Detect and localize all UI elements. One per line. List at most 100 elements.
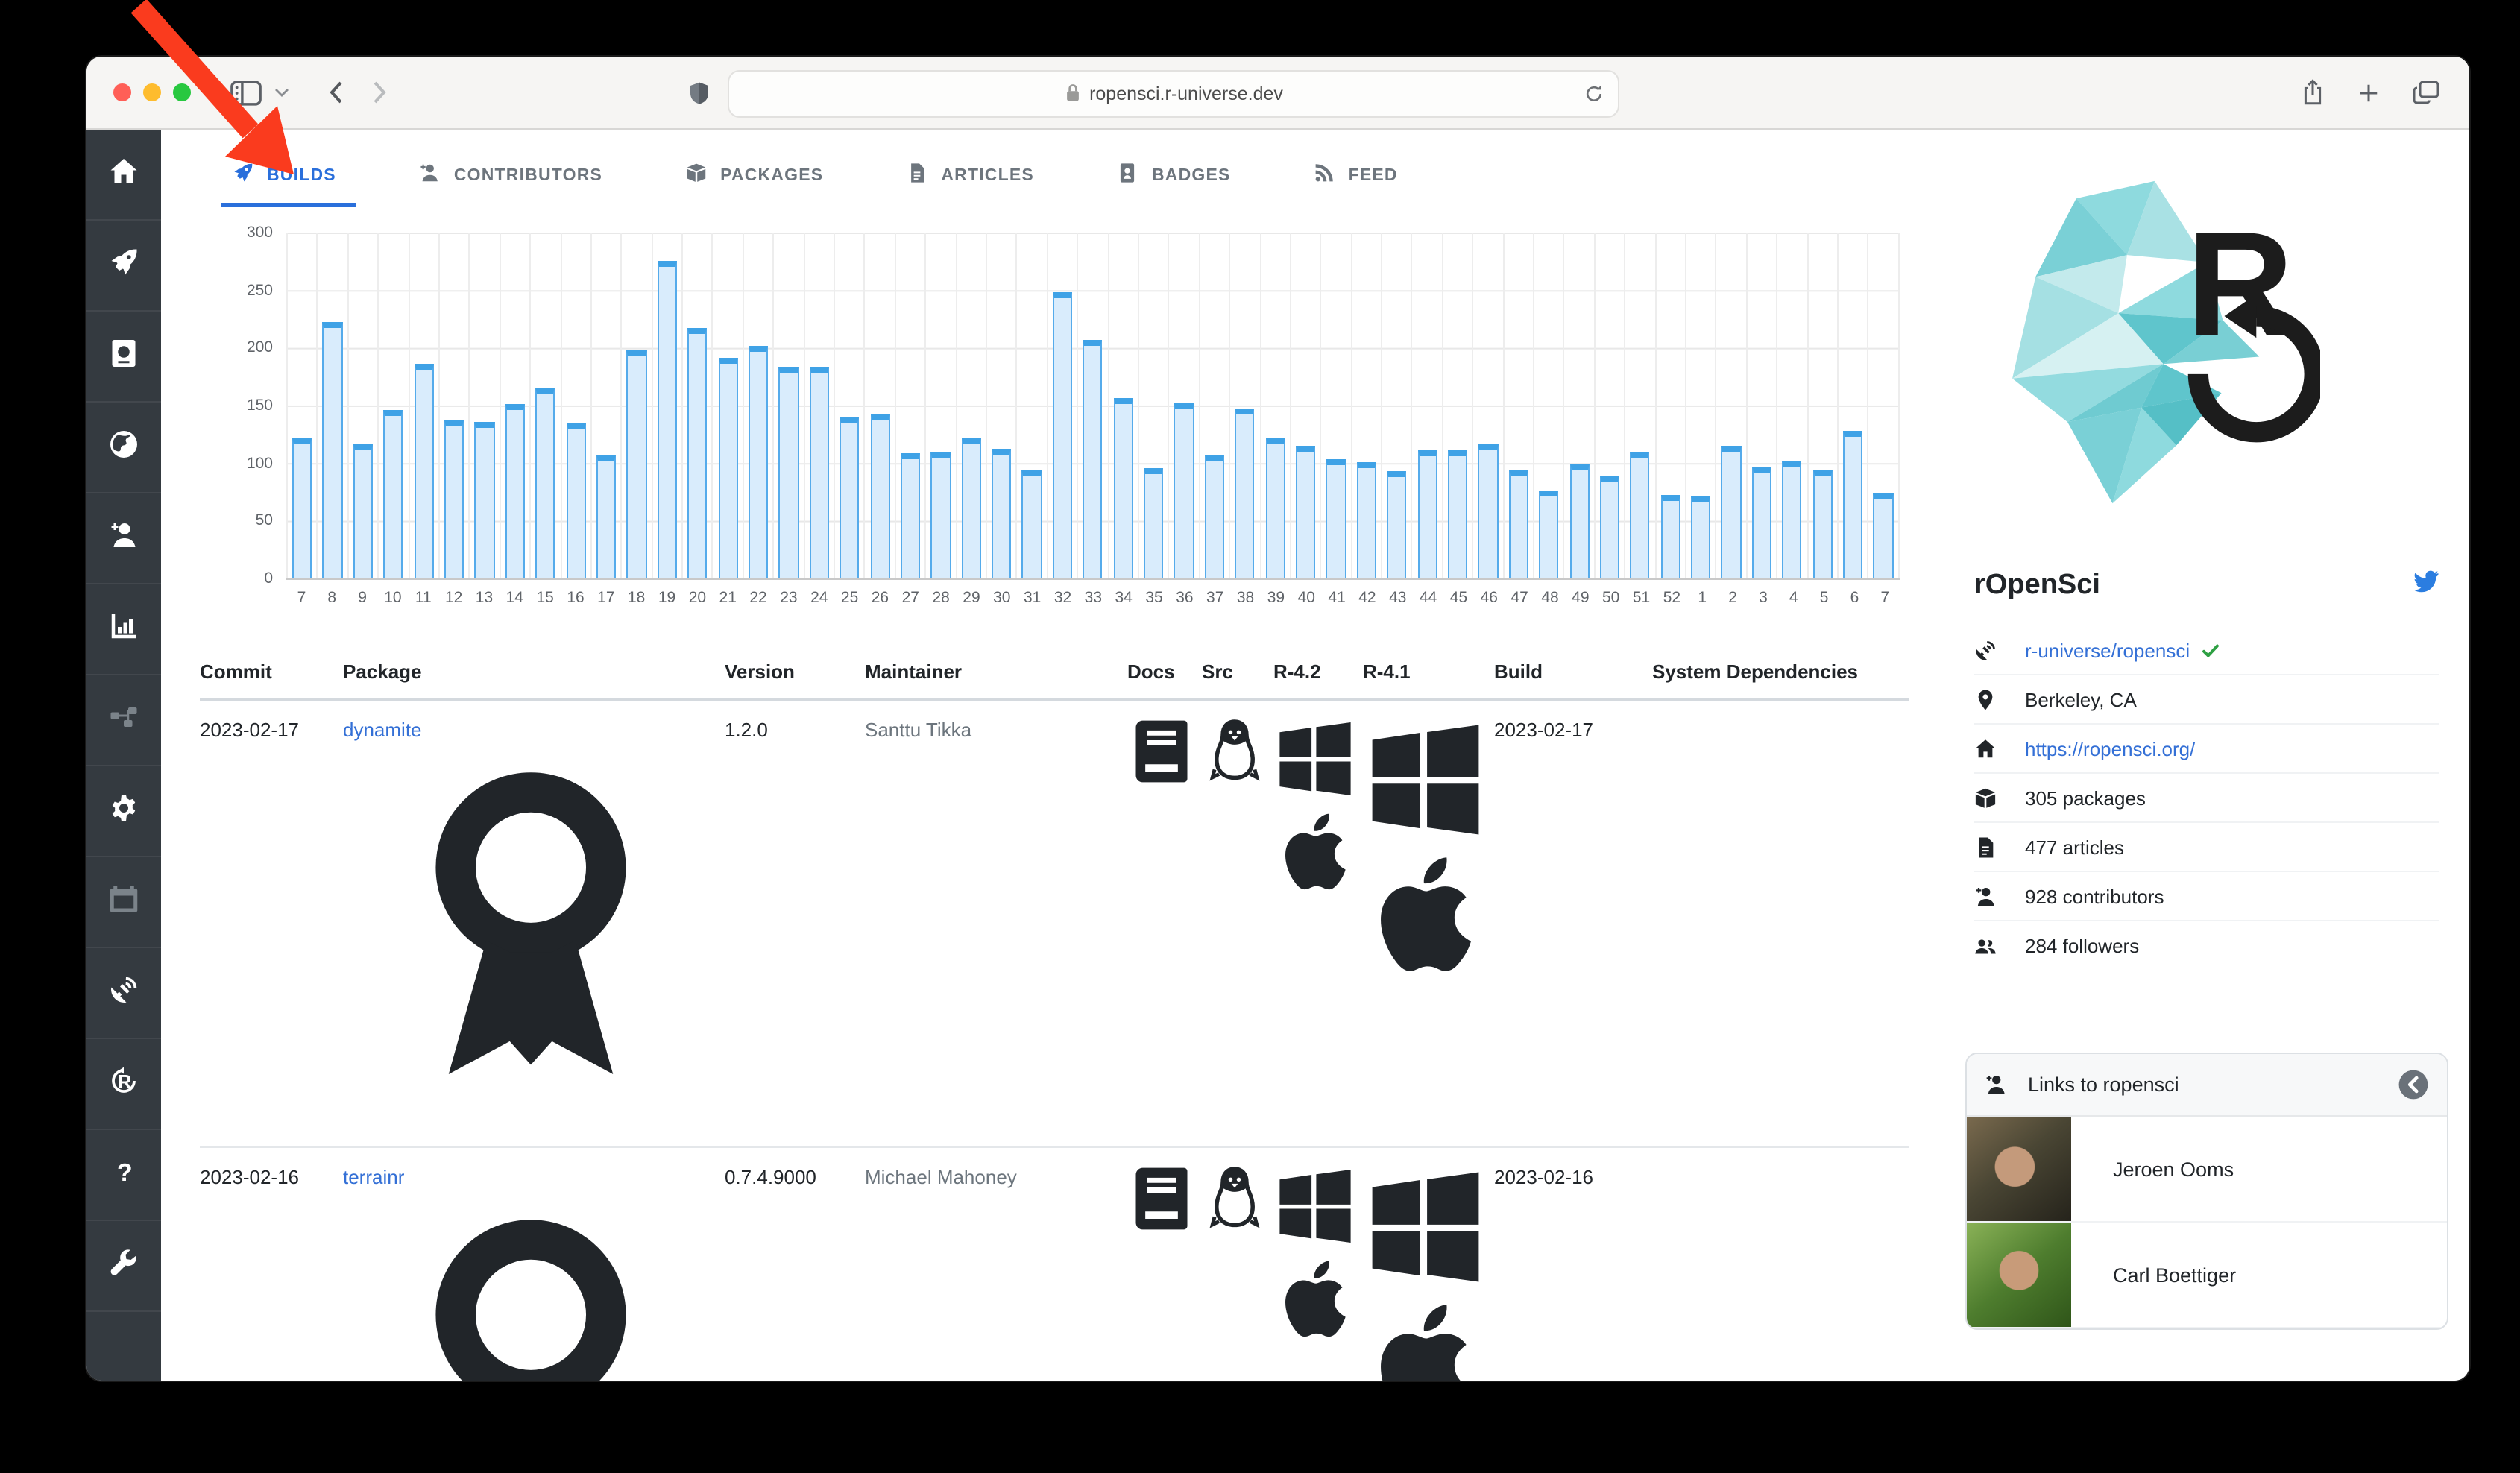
chart-bar-week-39[interactable] [1265,439,1285,578]
chart-bar-week-20[interactable] [687,328,707,578]
twitter-icon[interactable] [2413,568,2439,602]
chart-bar-week-51[interactable] [1631,452,1650,578]
tab-badges[interactable]: BADGES [1118,163,1231,188]
chart-bar-week-44[interactable] [1417,450,1437,578]
chart-bar-week-3[interactable] [1752,467,1771,578]
chart-bar-week-7[interactable] [1874,493,1893,578]
sidebar-item-home[interactable] [86,130,161,221]
zoom-window-button[interactable] [173,83,191,101]
chart-bar-week-30[interactable] [992,448,1011,578]
sidebar-item-apis[interactable] [86,948,161,1039]
chart-bar-week-18[interactable] [627,350,646,578]
minimize-window-button[interactable] [143,83,161,101]
address-bar[interactable]: ropensci.r-universe.dev [728,70,1619,118]
chart-bar-week-25[interactable] [840,417,859,578]
chart-bar-week-23[interactable] [779,368,798,578]
sidebar-item-passport[interactable] [86,312,161,403]
new-tab-icon[interactable] [2357,81,2380,104]
tab-feed[interactable]: FEED [1314,163,1398,188]
chart-bar-week-11[interactable] [414,364,433,578]
tab-contributors[interactable]: CONTRIBUTORS [420,163,602,188]
chart-bar-week-2[interactable] [1722,446,1741,578]
windows-icon[interactable] [1273,783,1357,805]
chart-bar-week-46[interactable] [1478,444,1498,578]
award-icon[interactable] [343,1103,719,1126]
chart-bar-week-19[interactable] [658,260,677,578]
sidebar-item-dependencies[interactable] [86,675,161,766]
chart-bar-week-52[interactable] [1660,496,1680,578]
chart-bar-week-42[interactable] [1357,462,1376,578]
privacy-shield-icon[interactable] [689,80,710,105]
sidebar-item-settings[interactable] [86,766,161,857]
profile-link[interactable]: r-universe/ropensci [2025,639,2190,661]
chart-bar-week-7[interactable] [292,438,312,578]
chart-bar-week-6[interactable] [1843,431,1862,578]
maintainer-cell[interactable]: Santtu Tikka [865,699,1127,1146]
chart-bar-week-16[interactable] [566,423,585,578]
chart-bar-week-43[interactable] [1387,471,1406,578]
chart-bar-week-41[interactable] [1326,460,1346,578]
back-button[interactable] [328,81,343,104]
chart-bar-week-5[interactable] [1812,470,1832,578]
profile-link[interactable]: https://ropensci.org/ [2025,737,2195,760]
chart-bar-week-35[interactable] [1144,468,1163,578]
close-window-button[interactable] [113,83,131,101]
sidebar-item-r-logo[interactable]: R [86,1039,161,1130]
chart-bar-week-37[interactable] [1205,455,1224,578]
share-icon[interactable] [2301,79,2325,106]
sidebar-item-universe[interactable] [86,403,161,493]
sidebar-item-help[interactable]: ? [86,1130,161,1221]
apple-icon[interactable] [1363,959,1488,981]
package-link[interactable]: terrainr [343,1165,404,1187]
linked-user-row[interactable]: Carl Boettiger [1967,1223,2447,1328]
chart-bar-week-27[interactable] [901,454,920,578]
chart-bar-week-28[interactable] [931,452,951,578]
chart-bar-week-13[interactable] [475,422,494,578]
sidebar-item-tools[interactable] [86,1221,161,1312]
chart-bar-week-29[interactable] [961,439,980,578]
penguin-icon[interactable] [1202,765,1267,787]
chart-bar-week-4[interactable] [1782,461,1801,578]
windows-icon[interactable] [1363,1271,1488,1293]
tab-builds[interactable]: BUILDS [233,163,336,188]
collapse-back-icon[interactable] [2398,1069,2429,1100]
sidebar-item-contributors[interactable] [86,493,161,584]
book-icon[interactable] [1127,1214,1196,1237]
chart-bar-week-38[interactable] [1235,408,1254,578]
chart-bar-week-17[interactable] [596,455,616,578]
linked-user-row[interactable]: Jeroen Ooms [1967,1117,2447,1223]
sidebar-toggle-icon[interactable] [230,80,262,105]
sidebar-item-builds[interactable] [86,221,161,312]
apple-icon[interactable] [1273,1322,1357,1344]
forward-button[interactable] [373,81,388,104]
chevron-down-icon[interactable] [274,88,289,97]
chart-bar-week-48[interactable] [1539,491,1558,578]
chart-bar-week-26[interactable] [870,414,889,578]
chart-bar-week-1[interactable] [1691,496,1710,578]
book-icon[interactable] [1127,768,1196,790]
chart-bar-week-45[interactable] [1448,450,1467,578]
chart-bar-week-9[interactable] [353,445,373,578]
package-link[interactable]: dynamite [343,719,422,741]
sidebar-item-schedule[interactable] [86,857,161,948]
chart-bar-week-34[interactable] [1113,397,1133,578]
chart-bar-week-15[interactable] [535,387,555,578]
apple-icon[interactable] [1273,875,1357,898]
chart-bar-week-50[interactable] [1600,476,1619,578]
chart-bar-week-21[interactable] [718,359,737,578]
tab-articles[interactable]: ARTICLES [907,163,1034,188]
windows-icon[interactable] [1363,824,1488,847]
windows-icon[interactable] [1273,1229,1357,1252]
chart-bar-week-49[interactable] [1569,463,1589,578]
chart-bar-week-47[interactable] [1508,470,1528,578]
chart-bar-week-24[interactable] [809,366,828,578]
chart-bar-week-14[interactable] [505,404,525,578]
chart-bar-week-31[interactable] [1022,469,1042,578]
chart-bar-week-36[interactable] [1174,403,1194,578]
chart-bar-week-33[interactable] [1083,340,1103,578]
reload-icon[interactable] [1584,83,1604,104]
tab-packages[interactable]: PACKAGES [686,163,823,188]
chart-bar-week-32[interactable] [1053,292,1072,578]
chart-bar-week-40[interactable] [1296,446,1315,578]
sidebar-item-stats[interactable] [86,584,161,675]
